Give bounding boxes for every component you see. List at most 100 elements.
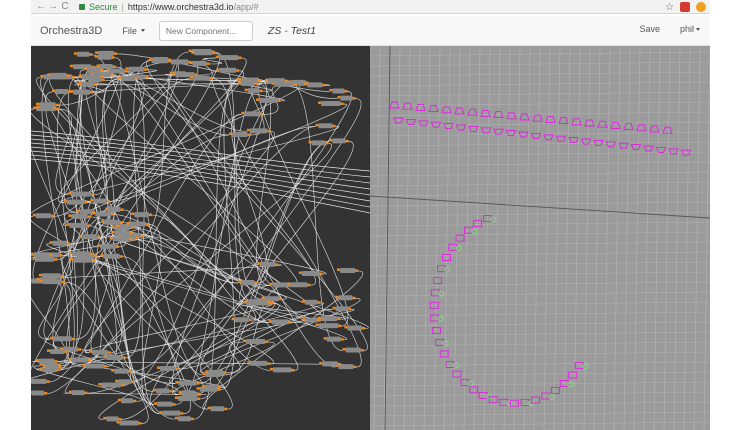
graph-node[interactable] xyxy=(128,66,144,72)
graph-node[interactable] xyxy=(31,378,47,384)
graph-node[interactable] xyxy=(210,406,225,412)
save-button[interactable]: Save xyxy=(639,24,660,34)
graph-node[interactable] xyxy=(194,50,213,56)
graph-node[interactable] xyxy=(101,382,121,388)
graph-node[interactable] xyxy=(232,131,248,137)
graph-node[interactable] xyxy=(322,361,338,367)
graph-node[interactable] xyxy=(69,222,87,228)
graph-node[interactable] xyxy=(81,74,101,80)
graph-node[interactable] xyxy=(76,51,90,57)
graph-node[interactable] xyxy=(162,410,181,416)
new-component-input[interactable] xyxy=(158,20,253,41)
graph-node[interactable] xyxy=(93,198,107,204)
graph-node[interactable] xyxy=(50,72,67,78)
graph-node[interactable] xyxy=(192,60,207,66)
graph-node[interactable] xyxy=(31,390,45,396)
graph-node[interactable] xyxy=(307,82,323,88)
graph-node[interactable] xyxy=(321,100,341,106)
graph-node[interactable] xyxy=(208,369,224,375)
node-graph-svg[interactable] xyxy=(31,46,370,430)
graph-node[interactable] xyxy=(121,76,136,82)
graph-node[interactable] xyxy=(114,368,129,374)
graph-node[interactable] xyxy=(318,323,339,329)
graph-node[interactable] xyxy=(157,401,173,407)
graph-node[interactable] xyxy=(249,128,268,134)
graph-node[interactable] xyxy=(42,279,63,285)
graph-node[interactable] xyxy=(112,236,130,242)
graph-node[interactable] xyxy=(340,95,353,101)
3d-viewport[interactable] xyxy=(370,46,710,430)
graph-node[interactable] xyxy=(345,347,361,353)
graph-node[interactable] xyxy=(332,88,345,94)
graph-node[interactable] xyxy=(39,105,54,111)
graph-node[interactable] xyxy=(290,282,308,288)
graph-node[interactable] xyxy=(106,354,123,360)
graph-node[interactable] xyxy=(119,420,139,426)
graph-node[interactable] xyxy=(170,59,189,65)
graph-node[interactable] xyxy=(305,317,318,323)
security-indicator[interactable]: Secure xyxy=(79,2,118,12)
graph-node[interactable] xyxy=(241,279,255,285)
brand-logo[interactable]: Orchestra3D xyxy=(40,25,102,37)
graph-node[interactable] xyxy=(52,240,67,246)
graph-node[interactable] xyxy=(339,267,356,273)
graph-node[interactable] xyxy=(129,221,146,227)
graph-node[interactable] xyxy=(219,67,237,73)
forward-icon[interactable]: → xyxy=(47,0,59,14)
graph-node[interactable] xyxy=(54,89,69,95)
address-bar[interactable]: https://www.orchestra3d.io/app/# xyxy=(128,2,259,12)
graph-node[interactable] xyxy=(106,416,119,422)
graph-node[interactable] xyxy=(338,295,353,301)
graph-node[interactable] xyxy=(45,364,59,370)
graph-node[interactable] xyxy=(82,234,98,240)
graph-node[interactable] xyxy=(326,336,341,342)
graph-node[interactable] xyxy=(192,75,210,81)
graph-node[interactable] xyxy=(71,357,88,363)
extension-icon[interactable] xyxy=(696,2,706,12)
graph-node[interactable] xyxy=(71,213,88,219)
graph-node[interactable] xyxy=(246,339,266,345)
graph-node[interactable] xyxy=(248,299,268,305)
graph-node[interactable] xyxy=(271,319,289,325)
node-graph-canvas[interactable] xyxy=(31,46,370,430)
graph-node[interactable] xyxy=(114,230,130,236)
graph-node[interactable] xyxy=(318,123,333,129)
graph-node[interactable] xyxy=(108,206,121,212)
graph-node[interactable] xyxy=(177,416,191,422)
graph-node[interactable] xyxy=(38,358,55,364)
graph-node[interactable] xyxy=(103,253,120,259)
graph-node[interactable] xyxy=(181,391,199,397)
graph-node[interactable] xyxy=(332,138,346,144)
graph-node[interactable] xyxy=(71,191,92,197)
graph-node[interactable] xyxy=(41,273,61,279)
graph-node[interactable] xyxy=(218,55,239,61)
graph-node[interactable] xyxy=(104,219,121,225)
graph-node[interactable] xyxy=(53,336,72,342)
graph-node[interactable] xyxy=(71,390,85,396)
graph-node[interactable] xyxy=(92,349,108,355)
graph-node[interactable] xyxy=(66,199,85,205)
graph-node[interactable] xyxy=(320,316,338,322)
graph-node[interactable] xyxy=(234,317,249,323)
graph-node[interactable] xyxy=(247,88,260,94)
graph-node[interactable] xyxy=(156,388,170,394)
graph-node[interactable] xyxy=(33,252,49,258)
file-menu[interactable]: File xyxy=(122,26,145,36)
graph-node[interactable] xyxy=(347,325,363,331)
graph-node[interactable] xyxy=(35,213,52,219)
graph-node[interactable] xyxy=(178,380,197,386)
graph-node[interactable] xyxy=(97,54,112,60)
graph-node[interactable] xyxy=(244,111,260,117)
viewport-svg[interactable] xyxy=(370,46,710,430)
graph-node[interactable] xyxy=(85,363,104,369)
back-icon[interactable]: ← xyxy=(35,0,47,14)
graph-node[interactable] xyxy=(99,63,113,69)
star-icon[interactable]: ☆ xyxy=(665,2,674,13)
graph-node[interactable] xyxy=(260,261,276,267)
user-menu[interactable]: phil xyxy=(680,24,700,34)
graph-node[interactable] xyxy=(73,89,91,95)
graph-node[interactable] xyxy=(301,271,320,277)
graph-node[interactable] xyxy=(95,211,112,217)
graph-node[interactable] xyxy=(86,67,101,73)
graph-node[interactable] xyxy=(177,395,198,401)
